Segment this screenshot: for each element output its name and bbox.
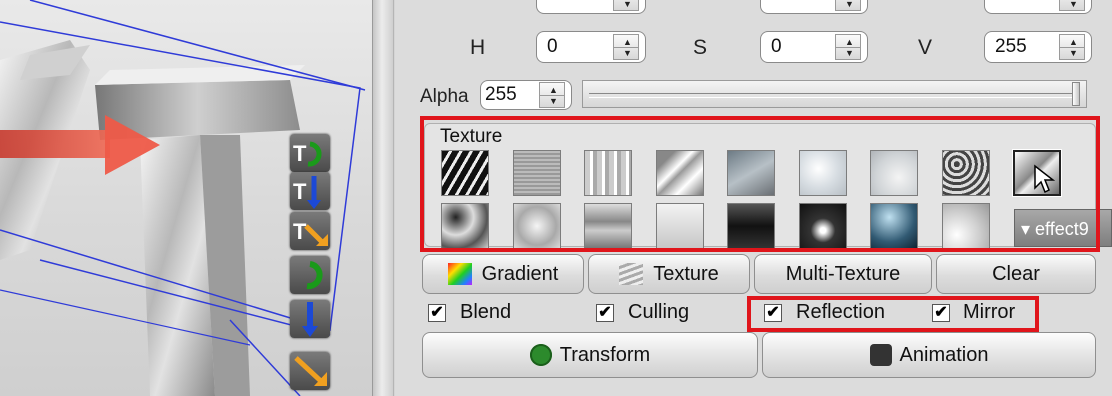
value-label: V [918, 36, 933, 59]
clear-button[interactable]: Clear [936, 254, 1096, 294]
texture-icon [619, 263, 644, 285]
alpha-slider[interactable] [582, 80, 1087, 108]
hue-value: 0 [547, 36, 558, 57]
texture-button[interactable]: Texture [588, 254, 750, 294]
hue-spinbox[interactable]: 0 ▲ ▼ [536, 31, 646, 63]
animation-button[interactable]: Animation [762, 332, 1096, 378]
multi-texture-button-label: Multi-Texture [785, 262, 901, 285]
transform-button-label: Transform [559, 343, 651, 366]
alpha-value: 255 [485, 84, 517, 105]
svg-text:T: T [293, 179, 307, 204]
value-value: 255 [995, 36, 1027, 57]
gradient-button-label: Gradient [481, 262, 559, 285]
rotate-icon[interactable]: T [290, 134, 330, 172]
saturation-spinbox[interactable]: 0 ▲ ▼ [760, 31, 868, 63]
transform-icon [529, 344, 552, 366]
alpha-spinbox[interactable]: 255 ▲ ▼ [480, 80, 572, 110]
blend-label: Blend [460, 301, 512, 323]
culling-label: Culling [628, 301, 690, 323]
hue-label: H [470, 36, 486, 59]
g-spinbox[interactable]: ▼ [760, 0, 868, 14]
multi-texture-button[interactable]: Multi-Texture [754, 254, 932, 294]
saturation-label: S [693, 36, 708, 59]
texture-button-label: Texture [653, 262, 719, 285]
saturation-value: 0 [771, 36, 782, 57]
gradient-button[interactable]: Gradient [422, 254, 584, 294]
transform-button[interactable]: Transform [422, 332, 758, 378]
move-y-icon[interactable]: T [290, 172, 330, 210]
value-stepper[interactable]: ▲ ▼ [1059, 34, 1085, 60]
gradient-icon [447, 263, 472, 285]
animation-button-label: Animation [899, 343, 989, 366]
panel-splitter[interactable] [372, 0, 394, 396]
texture-highlight-box [420, 116, 1100, 252]
rotate-icon[interactable] [290, 256, 330, 294]
value-spinbox[interactable]: 255 ▲ ▼ [984, 31, 1092, 63]
scale-icon[interactable] [290, 352, 330, 390]
b-spinbox[interactable]: ▼ [984, 0, 1092, 14]
alpha-label: Alpha [420, 86, 469, 107]
alpha-slider-thumb[interactable] [1072, 82, 1080, 106]
move-xy-icon[interactable]: T [290, 212, 330, 250]
hue-stepper[interactable]: ▲ ▼ [613, 34, 639, 60]
clear-button-label: Clear [992, 262, 1040, 285]
move-y-icon[interactable] [290, 300, 330, 338]
reflection-mirror-highlight-box [747, 296, 1039, 332]
culling-checkbox[interactable]: ✔ [596, 304, 614, 322]
r-spinbox[interactable]: ▼ [536, 0, 646, 14]
alpha-stepper[interactable]: ▲ ▼ [539, 82, 565, 108]
animation-icon [869, 344, 892, 366]
svg-text:T: T [293, 141, 307, 166]
saturation-stepper[interactable]: ▲ ▼ [835, 34, 861, 60]
3d-viewport[interactable]: T T T [0, 0, 372, 396]
blend-checkbox[interactable]: ✔ [428, 304, 446, 322]
svg-text:T: T [293, 219, 307, 244]
